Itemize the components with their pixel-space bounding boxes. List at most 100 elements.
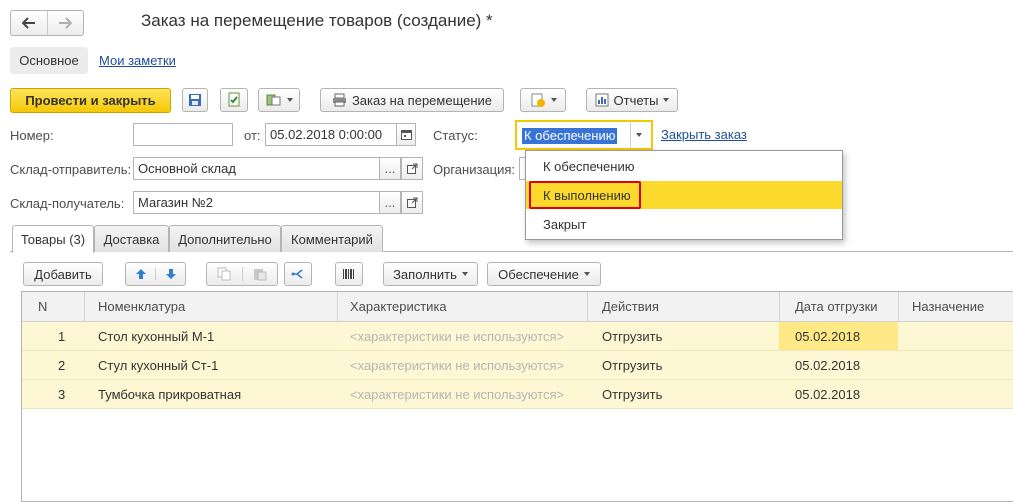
row-item[interactable]: Стул кухонный Ст-1 bbox=[90, 351, 218, 379]
copy-icon bbox=[217, 267, 231, 281]
open-icon bbox=[406, 197, 417, 208]
receiver-select-button[interactable]: ... bbox=[379, 191, 401, 214]
status-value: К обеспечению bbox=[522, 128, 618, 144]
arrow-up-icon bbox=[135, 269, 146, 279]
chevron-down-icon bbox=[636, 133, 642, 137]
column-divider bbox=[898, 292, 899, 321]
arrow-down-icon bbox=[165, 269, 176, 279]
post-and-close-button[interactable]: Провести и закрыть bbox=[10, 88, 171, 113]
table-row[interactable]: 2 Стул кухонный Ст-1 <характеристики не … bbox=[22, 351, 1013, 380]
chevron-down-icon bbox=[286, 98, 293, 102]
move-order-print-button[interactable]: Заказ на перемещение bbox=[320, 88, 504, 112]
tab-additional[interactable]: Дополнительно bbox=[169, 225, 281, 252]
row-purpose[interactable] bbox=[904, 322, 912, 350]
date-field[interactable]: 05.02.2018 0:00:00 bbox=[265, 123, 397, 146]
status-option-closed[interactable]: Закрыт bbox=[526, 210, 842, 238]
reports-label: Отчеты bbox=[613, 92, 659, 108]
nav-buttons bbox=[10, 10, 84, 36]
status-select[interactable]: К обеспечению bbox=[515, 120, 653, 150]
column-characteristic[interactable]: Характеристика bbox=[342, 292, 582, 321]
receiver-open-button[interactable] bbox=[401, 191, 423, 214]
receiver-warehouse-field[interactable]: Магазин №2 bbox=[133, 191, 380, 214]
fill-label: Заполнить bbox=[393, 266, 457, 282]
row-action[interactable]: Отгрузить bbox=[594, 351, 662, 379]
number-field[interactable] bbox=[133, 123, 233, 146]
chevron-down-icon bbox=[550, 98, 557, 102]
tab-delivery[interactable]: Доставка bbox=[94, 225, 169, 252]
table-row[interactable]: 3 Тумбочка прикроватная <характеристики … bbox=[22, 380, 1013, 409]
column-n[interactable]: N bbox=[30, 292, 70, 321]
post-button[interactable] bbox=[220, 88, 248, 112]
column-ship-date[interactable]: Дата отгрузки bbox=[787, 292, 897, 321]
create-based-icon bbox=[266, 94, 280, 106]
chevron-down-icon bbox=[583, 272, 590, 276]
add-button[interactable]: Добавить bbox=[23, 262, 103, 286]
row-ship-date[interactable]: 05.02.2018 bbox=[787, 380, 860, 408]
status-option-provision[interactable]: К обеспечению bbox=[526, 152, 842, 180]
number-label: Номер: bbox=[10, 128, 54, 143]
sender-warehouse-field[interactable]: Основной склад bbox=[133, 157, 380, 180]
provision-button[interactable]: Обеспечение bbox=[487, 262, 601, 286]
row-action[interactable]: Отгрузить bbox=[594, 322, 662, 350]
chevron-down-icon bbox=[663, 98, 670, 102]
row-number: 3 bbox=[58, 386, 66, 402]
table-row[interactable]: 1 Стол кухонный М-1 <характеристики не и… bbox=[22, 322, 1013, 351]
move-buttons bbox=[125, 262, 186, 286]
my-notes-link[interactable]: Мои заметки bbox=[99, 53, 176, 68]
split-row-button[interactable] bbox=[284, 262, 312, 286]
column-item[interactable]: Номенклатура bbox=[90, 292, 330, 321]
column-actions[interactable]: Действия bbox=[594, 292, 774, 321]
split-icon bbox=[291, 269, 303, 279]
reports-icon bbox=[595, 93, 609, 107]
organization-label: Организация: bbox=[433, 162, 516, 177]
calendar-icon bbox=[400, 130, 412, 140]
tab-goods[interactable]: Товары (3) bbox=[12, 225, 94, 253]
status-label: Статус: bbox=[433, 128, 478, 143]
row-ship-date[interactable]: 05.02.2018 bbox=[787, 351, 860, 379]
page-title: Заказ на перемещение товаров (создание) … bbox=[141, 11, 493, 30]
barcode-button[interactable] bbox=[335, 262, 363, 286]
related-documents-button[interactable] bbox=[520, 88, 566, 112]
back-button[interactable] bbox=[11, 11, 47, 35]
create-based-on-button[interactable] bbox=[258, 88, 300, 112]
select-divider bbox=[630, 122, 631, 148]
row-action[interactable]: Отгрузить bbox=[594, 380, 662, 408]
table-header: N Номенклатура Характеристика Действия Д… bbox=[22, 292, 1013, 322]
column-divider bbox=[337, 292, 338, 321]
row-characteristic[interactable]: <характеристики не используются> bbox=[342, 351, 564, 379]
arrow-right-icon bbox=[59, 17, 73, 29]
fill-button[interactable]: Заполнить bbox=[383, 262, 478, 286]
column-purpose[interactable]: Назначение bbox=[904, 292, 1009, 321]
move-order-label: Заказ на перемещение bbox=[351, 92, 493, 108]
forward-button[interactable] bbox=[46, 11, 84, 35]
move-up-button[interactable] bbox=[126, 268, 155, 280]
tab-comment[interactable]: Комментарий bbox=[281, 225, 383, 252]
row-number: 2 bbox=[58, 357, 66, 373]
arrow-left-icon bbox=[21, 17, 35, 29]
open-icon bbox=[406, 163, 417, 174]
sender-warehouse-label: Склад-отправитель: bbox=[10, 162, 132, 177]
paste-icon bbox=[253, 269, 267, 281]
row-item[interactable]: Стол кухонный М-1 bbox=[90, 322, 214, 350]
row-ship-date[interactable]: 05.02.2018 bbox=[779, 322, 898, 350]
barcode-icon bbox=[343, 269, 354, 279]
paste-button[interactable] bbox=[241, 267, 278, 281]
row-number: 1 bbox=[58, 328, 66, 344]
calendar-button[interactable] bbox=[396, 123, 416, 146]
row-characteristic[interactable]: <характеристики не используются> bbox=[342, 322, 564, 350]
close-order-link[interactable]: Закрыть заказ bbox=[661, 127, 747, 142]
post-document-icon bbox=[228, 92, 240, 107]
move-down-button[interactable] bbox=[155, 268, 185, 280]
row-item[interactable]: Тумбочка прикроватная bbox=[90, 380, 241, 408]
copy-row-button[interactable] bbox=[207, 267, 242, 281]
row-characteristic[interactable]: <характеристики не используются> bbox=[342, 380, 564, 408]
save-button[interactable] bbox=[182, 88, 208, 112]
status-option-execution[interactable]: К выполнению bbox=[526, 181, 842, 209]
reports-button[interactable]: Отчеты bbox=[586, 88, 678, 112]
row-purpose[interactable] bbox=[904, 380, 912, 408]
sender-open-button[interactable] bbox=[401, 157, 423, 180]
row-purpose[interactable] bbox=[904, 351, 912, 379]
receiver-warehouse-label: Склад-получатель: bbox=[10, 196, 125, 211]
sender-select-button[interactable]: ... bbox=[379, 157, 401, 180]
tab-main[interactable]: Основное bbox=[10, 47, 88, 74]
